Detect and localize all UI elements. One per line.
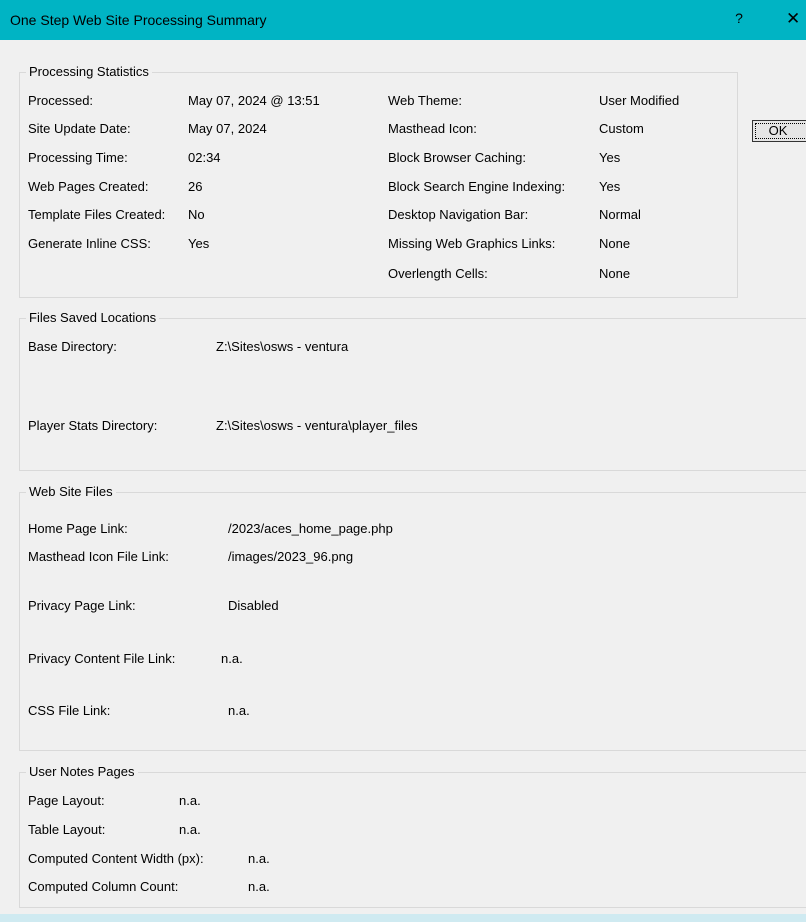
privacy-page-link-value: Disabled <box>228 598 279 613</box>
block-browser-caching-label: Block Browser Caching: <box>388 150 526 165</box>
masthead-icon-value: Custom <box>599 121 644 136</box>
processed-label: Processed: <box>28 93 94 108</box>
page-layout-value: n.a. <box>179 793 201 808</box>
web-site-files-title: Web Site Files <box>26 484 116 500</box>
overlength-cells-value: None <box>599 266 631 281</box>
css-file-link-value: n.a. <box>228 703 250 718</box>
masthead-icon-label: Masthead Icon: <box>388 121 477 136</box>
processed-value: May 07, 2024 @ 13:51 <box>188 93 320 108</box>
web-site-files-group: Web Site Files <box>19 484 806 751</box>
web-pages-created-label: Web Pages Created: <box>28 179 149 194</box>
privacy-page-link-label: Privacy Page Link: <box>28 598 136 613</box>
desktop-navigation-bar-value: Normal <box>599 207 641 222</box>
title-bar: One Step Web Site Processing Summary ? ✕ <box>0 0 806 40</box>
files-saved-locations-title: Files Saved Locations <box>26 310 160 326</box>
help-button[interactable]: ? <box>732 10 746 30</box>
computed-content-width-label: Computed Content Width (px): <box>28 851 204 866</box>
table-layout-label: Table Layout: <box>28 822 106 837</box>
processing-time-label: Processing Time: <box>28 150 128 165</box>
computed-column-count-label: Computed Column Count: <box>28 879 179 894</box>
masthead-icon-file-link-value: /images/2023_96.png <box>228 549 354 564</box>
css-file-link-label: CSS File Link: <box>28 703 111 718</box>
player-stats-directory-value: Z:\Sites\osws - ventura\player_files <box>216 418 418 433</box>
block-browser-caching-value: Yes <box>599 150 621 165</box>
home-page-link-value: /2023/aces_home_page.php <box>228 521 393 536</box>
files-saved-locations-group: Files Saved Locations <box>19 310 806 471</box>
base-directory-label: Base Directory: <box>28 339 117 354</box>
template-files-created-label: Template Files Created: <box>28 207 166 222</box>
window-bottom-edge <box>0 914 806 922</box>
privacy-content-file-link-label: Privacy Content File Link: <box>28 651 176 666</box>
privacy-content-file-link-value: n.a. <box>221 651 243 666</box>
masthead-icon-file-link-label: Masthead Icon File Link: <box>28 549 169 564</box>
base-directory-value: Z:\Sites\osws - ventura <box>216 339 349 354</box>
missing-web-graphics-links-value: None <box>599 236 631 251</box>
table-layout-value: n.a. <box>179 822 201 837</box>
web-theme-label: Web Theme: <box>388 93 462 108</box>
block-search-engine-indexing-label: Block Search Engine Indexing: <box>388 179 566 194</box>
generate-inline-css-label: Generate Inline CSS: <box>28 236 151 251</box>
window-title: One Step Web Site Processing Summary <box>10 12 267 28</box>
block-search-engine-indexing-value: Yes <box>599 179 621 194</box>
close-button[interactable]: ✕ <box>786 9 806 29</box>
template-files-created-value: No <box>188 207 205 222</box>
summary-dialog: One Step Web Site Processing Summary ? ✕… <box>0 0 806 922</box>
missing-web-graphics-links-label: Missing Web Graphics Links: <box>388 236 556 251</box>
user-notes-pages-title: User Notes Pages <box>26 764 138 780</box>
processing-statistics-title: Processing Statistics <box>26 64 152 80</box>
web-pages-created-value: 26 <box>188 179 203 194</box>
overlength-cells-label: Overlength Cells: <box>388 266 488 281</box>
processing-time-value: 02:34 <box>188 150 221 165</box>
site-update-date-label: Site Update Date: <box>28 121 131 136</box>
generate-inline-css-value: Yes <box>188 236 210 251</box>
ok-button[interactable]: OK <box>752 120 806 142</box>
home-page-link-label: Home Page Link: <box>28 521 128 536</box>
computed-content-width-value: n.a. <box>248 851 270 866</box>
web-theme-value: User Modified <box>599 93 680 108</box>
desktop-navigation-bar-label: Desktop Navigation Bar: <box>388 207 529 222</box>
page-layout-label: Page Layout: <box>28 793 105 808</box>
site-update-date-value: May 07, 2024 <box>188 121 267 136</box>
player-stats-directory-label: Player Stats Directory: <box>28 418 158 433</box>
computed-column-count-value: n.a. <box>248 879 270 894</box>
